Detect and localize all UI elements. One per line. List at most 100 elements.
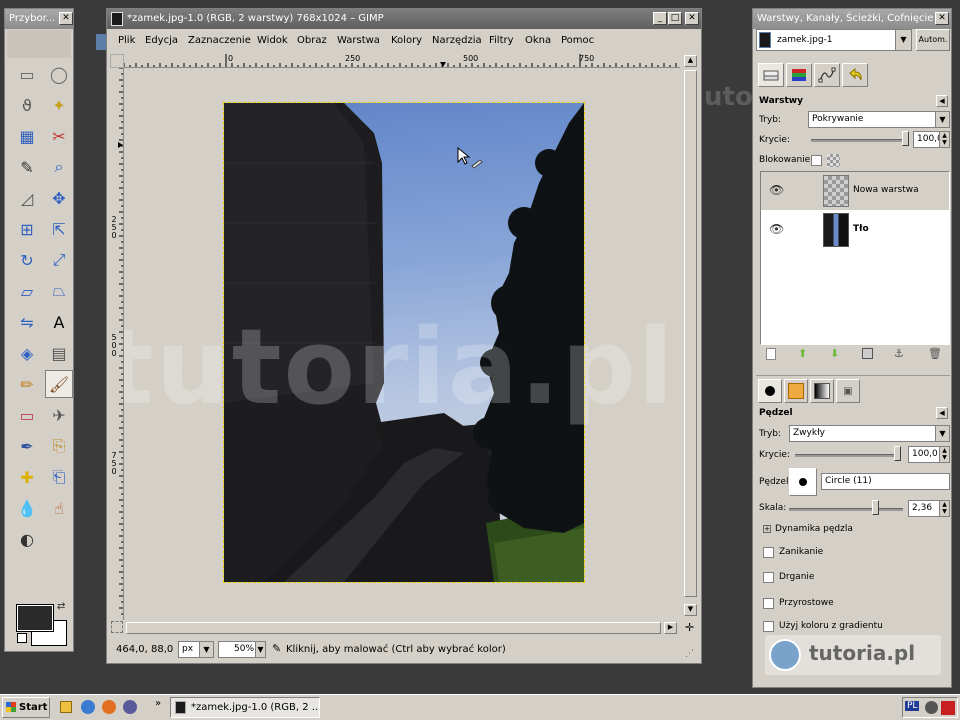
delete-layer-icon[interactable]: 🗑 (928, 347, 942, 360)
quicklaunch-ie-icon[interactable] (81, 700, 95, 714)
horizontal-scrollbar[interactable]: ▶ (124, 621, 680, 635)
tool-eraser[interactable]: ▭ (13, 401, 41, 429)
scale-spin[interactable]: ▲ ▼ (939, 501, 949, 516)
duplicate-layer-icon[interactable] (862, 348, 873, 359)
brush-opacity-spin[interactable]: ▲ ▼ (939, 447, 949, 462)
layer-opacity-input[interactable]: 100,0 ▲ ▼ (913, 131, 950, 148)
menu-filtry[interactable]: Filtry (489, 35, 514, 46)
close-button[interactable]: ✕ (685, 12, 699, 25)
brush-opacity-track[interactable] (795, 454, 901, 457)
tool-bucket-fill[interactable]: ◈ (13, 339, 41, 367)
dock-close-button[interactable]: ✕ (935, 12, 949, 25)
menu-okna[interactable]: Okna (525, 35, 551, 46)
tool-perspective-clone[interactable]: ⎗ (45, 463, 73, 491)
tool-flip[interactable]: ⇋ (13, 308, 41, 336)
tool-scale[interactable]: ⤢ (45, 246, 73, 274)
tool-heal[interactable]: ✚ (13, 463, 41, 491)
scale-input[interactable]: 2,36 ▲ ▼ (908, 500, 950, 517)
menu-plik[interactable]: Plik (118, 35, 135, 46)
visibility-eye-icon[interactable]: 👁 (769, 222, 784, 236)
anchor-layer-icon[interactable]: ⚓ (894, 347, 904, 360)
tool-shear[interactable]: ▱ (13, 277, 41, 305)
tab-gradients[interactable] (810, 379, 834, 403)
default-colors-icon[interactable] (17, 633, 27, 643)
quicklaunch-firefox-icon[interactable] (102, 700, 116, 714)
layer-opacity-track[interactable] (811, 139, 907, 142)
dynamics-expander-icon[interactable]: + (763, 525, 771, 533)
menu-narzedzia[interactable]: Narzędzia (432, 35, 482, 46)
ruler-corner[interactable] (110, 54, 124, 68)
tool-blur[interactable]: 💧 (13, 494, 41, 522)
layer-opacity-thumb[interactable] (902, 131, 909, 146)
tab-layers[interactable] (758, 63, 784, 87)
swap-colors-icon[interactable]: ⇄ (57, 601, 65, 612)
layer-opacity-spin[interactable]: ▲ ▼ (939, 132, 949, 147)
zoom-selector[interactable]: 50% ▼ (218, 641, 266, 658)
tool-airbrush[interactable]: ✈ (45, 401, 73, 429)
tool-move[interactable]: ✥ (45, 184, 73, 212)
tab-undo[interactable] (842, 63, 868, 87)
raise-layer-icon[interactable]: ⬆ (798, 347, 807, 360)
start-button[interactable]: Start (2, 697, 50, 718)
tool-measure[interactable]: ◿ (13, 184, 41, 212)
tool-ink[interactable]: ✒ (13, 432, 41, 460)
brush-tab-menu-button[interactable]: ◀ (936, 407, 948, 419)
tool-rect-select[interactable]: ▭ (13, 60, 41, 88)
tool-clone[interactable]: ⎘ (45, 432, 73, 460)
unit-selector[interactable]: px ▼ (178, 641, 214, 658)
tool-ellipse-select[interactable]: ◯ (45, 60, 73, 88)
layer-row-tlo[interactable]: 👁 Tło (761, 211, 949, 249)
tool-blend[interactable]: ▤ (45, 339, 73, 367)
menu-kolory[interactable]: Kolory (391, 35, 422, 46)
tab-paths[interactable] (814, 63, 840, 87)
lock-alpha-checkbox[interactable] (811, 155, 822, 166)
layers-tab-menu-button[interactable]: ◀ (936, 95, 948, 107)
tool-dodge[interactable]: ◐ (13, 525, 41, 553)
maximize-button[interactable]: □ (668, 12, 682, 25)
tab-tool-options[interactable]: ▣ (836, 379, 860, 403)
brush-mode-selector[interactable]: Zwykły ▼ (789, 425, 950, 442)
tool-text[interactable]: A (45, 308, 73, 336)
scale-thumb[interactable] (872, 500, 879, 515)
scale-track[interactable] (789, 508, 903, 511)
layer-mode-selector[interactable]: Pokrywanie ▼ (808, 111, 950, 128)
brush-opacity-thumb[interactable] (894, 446, 901, 461)
tool-rotate[interactable]: ↻ (13, 246, 41, 274)
scroll-down-button[interactable]: ▼ (684, 604, 697, 616)
new-layer-icon[interactable] (766, 348, 776, 360)
quicklaunch-folder-icon[interactable] (60, 701, 72, 713)
layer-row-nowa-warstwa[interactable]: 👁 Nowa warstwa (761, 172, 949, 210)
tray-network-icon[interactable] (925, 701, 938, 714)
toolbox-close-button[interactable]: ✕ (59, 12, 73, 25)
scroll-right-button[interactable]: ▶ (664, 622, 677, 634)
tool-color-picker[interactable]: ✎ (13, 153, 41, 181)
menu-obraz[interactable]: Obraz (297, 35, 327, 46)
tool-paintbrush[interactable]: 🖌 (45, 370, 73, 398)
dock-titlebar[interactable]: Warstwy, Kanały, Ścieżki, Cofnięcie (753, 9, 951, 29)
visibility-eye-icon[interactable]: 👁 (769, 183, 784, 197)
tool-lasso[interactable]: ϑ (13, 91, 41, 119)
incremental-checkbox[interactable] (763, 598, 774, 609)
menu-zaznaczenie[interactable]: Zaznaczenie (188, 35, 251, 46)
vertical-scrollbar[interactable]: ▲ ▼ (683, 54, 699, 620)
horizontal-ruler[interactable]: 0 250 500 750 (124, 54, 680, 68)
image-window-titlebar[interactable]: *zamek.jpg-1.0 (RGB, 2 warstwy) 768x1024… (107, 9, 701, 29)
tool-transform[interactable]: ⇱ (45, 215, 73, 243)
canvas-area[interactable]: tutoria.pl (124, 68, 680, 620)
brush-opacity-input[interactable]: 100,0 ▲ ▼ (908, 446, 950, 463)
scroll-up-button[interactable]: ▲ (684, 55, 697, 67)
navigation-icon[interactable]: ✛ (685, 621, 694, 634)
foreground-color-swatch[interactable] (16, 604, 54, 632)
tool-pencil[interactable]: ✏ (13, 370, 41, 398)
tool-zoom[interactable]: ⌕ (45, 153, 73, 181)
tool-align[interactable]: ⊞ (13, 215, 41, 243)
tab-patterns[interactable] (784, 379, 808, 403)
quicklaunch-more-icon[interactable]: » (155, 698, 161, 709)
menu-pomoc[interactable]: Pomoc (561, 35, 594, 46)
menu-widok[interactable]: Widok (257, 35, 288, 46)
jitter-checkbox[interactable] (763, 572, 774, 583)
language-indicator[interactable]: PL (905, 701, 920, 711)
tool-select-by-color[interactable]: ▦ (13, 122, 41, 150)
tool-smudge[interactable]: ☝ (45, 494, 73, 522)
gradient-color-checkbox[interactable] (763, 621, 774, 632)
